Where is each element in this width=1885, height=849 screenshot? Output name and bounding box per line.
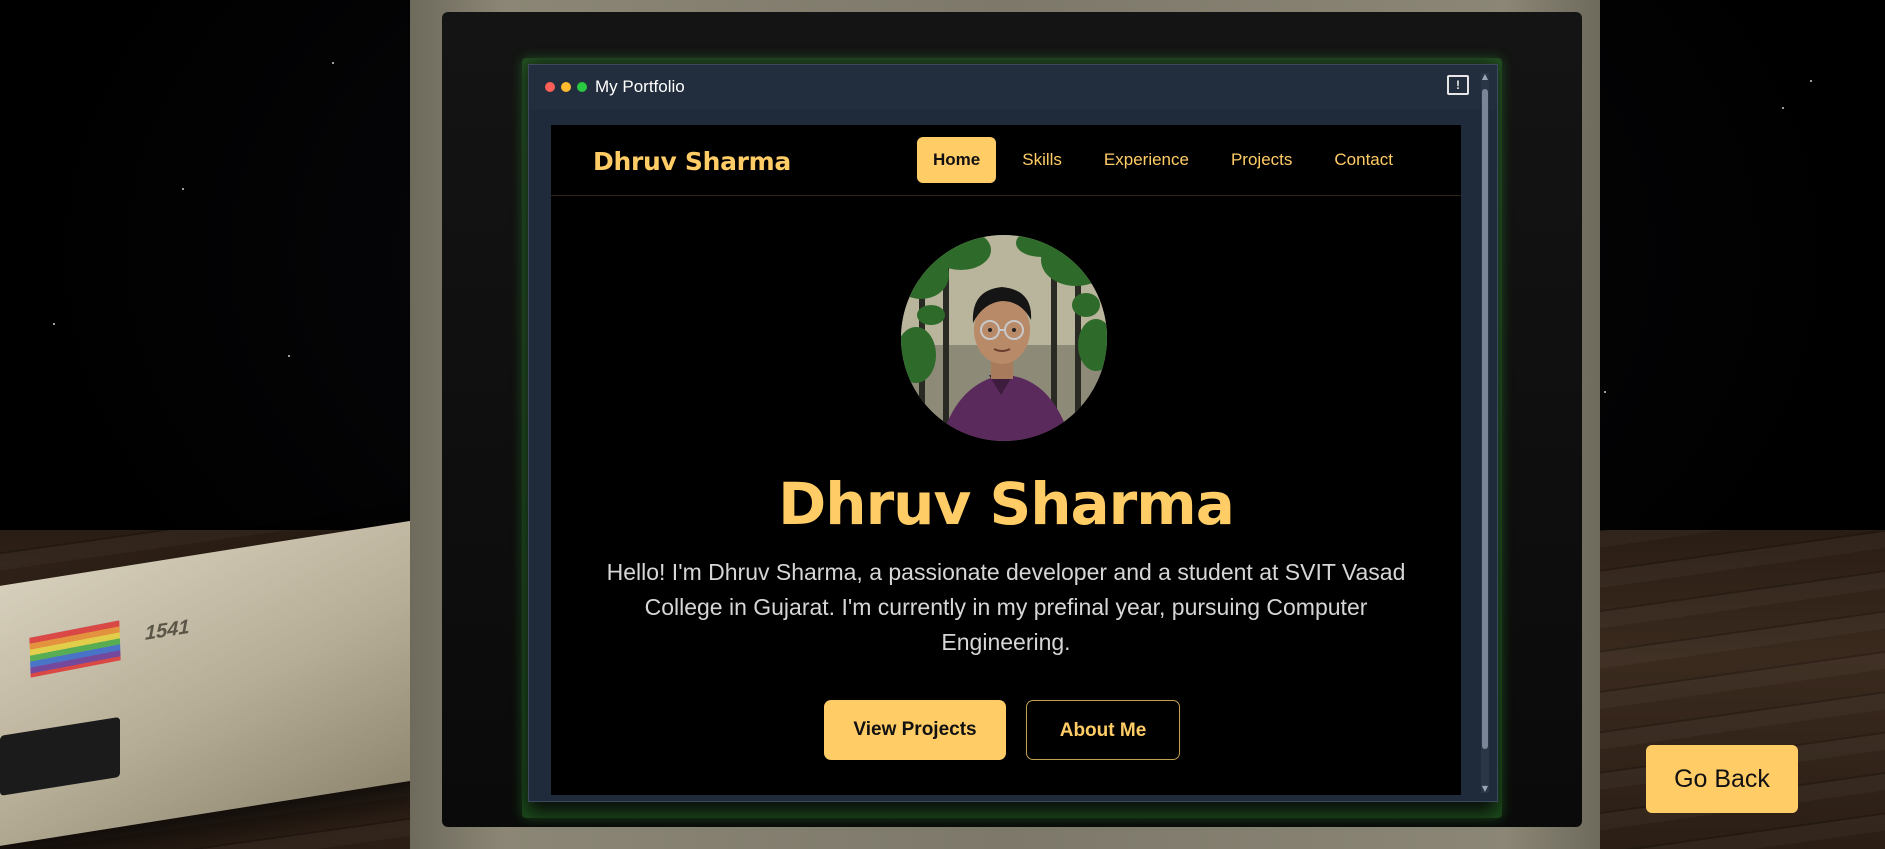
maximize-dot[interactable] — [577, 82, 587, 92]
site-brand[interactable]: Dhruv Sharma — [593, 147, 791, 176]
rainbow-stripes — [29, 620, 121, 678]
window-title: My Portfolio — [595, 77, 685, 96]
star — [332, 62, 334, 64]
view-projects-button[interactable]: View Projects — [824, 700, 1006, 760]
browser-window: My Portfolio ! Dhruv Sharma Home Skills … — [528, 64, 1498, 802]
nav-link-experience[interactable]: Experience — [1084, 137, 1209, 183]
window-titlebar: My Portfolio ! — [529, 65, 1497, 109]
drive-slot — [0, 716, 120, 796]
scrollbar-thumb[interactable] — [1482, 89, 1488, 749]
profile-photo — [901, 235, 1107, 441]
scroll-up-arrow-icon[interactable]: ▲ — [1481, 73, 1489, 81]
star — [182, 188, 184, 190]
nav-link-contact[interactable]: Contact — [1314, 137, 1413, 183]
about-me-button[interactable]: About Me — [1026, 700, 1180, 760]
go-back-button[interactable]: Go Back — [1646, 745, 1798, 813]
portfolio-page: Dhruv Sharma Home Skills Experience Proj… — [551, 125, 1461, 795]
star — [1810, 80, 1812, 82]
drive-model-label: 1541 — [145, 615, 190, 645]
nav-link-projects[interactable]: Projects — [1211, 137, 1312, 183]
star — [1604, 391, 1606, 393]
nav-link-home[interactable]: Home — [917, 137, 997, 183]
nav-links: Home Skills Experience Projects Contact — [917, 137, 1415, 183]
profile-avatar — [901, 235, 1107, 441]
3d-scene: 1541 My Portfolio ! Dhruv Sharma Home Sk… — [0, 0, 1885, 849]
exclamation-box-icon[interactable]: ! — [1447, 75, 1469, 95]
minimize-dot[interactable] — [561, 82, 571, 92]
star — [53, 323, 55, 325]
hero-bio: Hello! I'm Dhruv Sharma, a passionate de… — [606, 559, 1406, 655]
close-dot[interactable] — [545, 82, 555, 92]
site-navbar: Dhruv Sharma Home Skills Experience Proj… — [551, 125, 1461, 196]
star — [288, 355, 290, 357]
scroll-down-arrow-icon[interactable]: ▼ — [1481, 785, 1489, 793]
star — [1782, 107, 1784, 109]
nav-link-skills[interactable]: Skills — [1002, 137, 1082, 183]
window-scrollbar[interactable]: ▲ ▼ — [1481, 73, 1489, 793]
hero-name: Dhruv Sharma — [778, 470, 1235, 538]
